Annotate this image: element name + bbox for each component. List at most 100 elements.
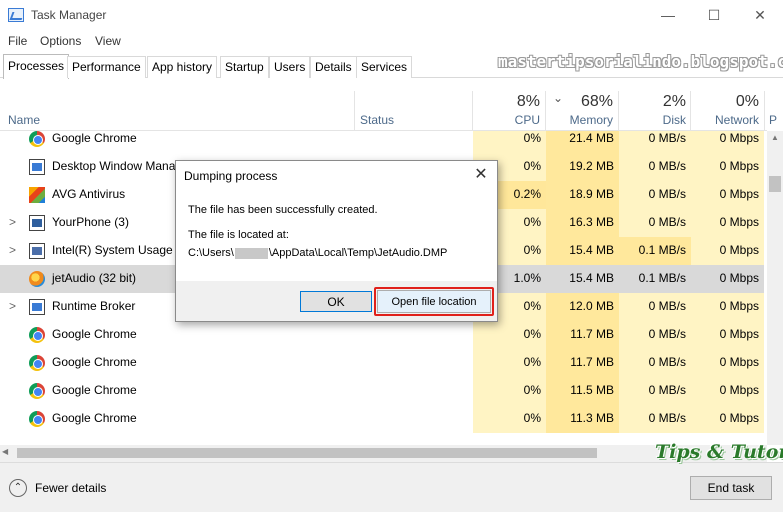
process-disk-value: 0 MB/s <box>619 405 691 433</box>
vertical-scrollbar[interactable]: ▲ <box>767 131 783 445</box>
tab-details[interactable]: Details <box>310 56 357 78</box>
process-row[interactable]: Google Chrome 0% 11.5 MB 0 MB/s 0 Mbps <box>0 377 767 405</box>
column-network[interactable]: Network <box>691 113 759 127</box>
minimize-button[interactable]: — <box>645 0 691 30</box>
chrome-icon <box>29 383 45 399</box>
process-name: Google Chrome <box>52 411 137 425</box>
column-power-overflow[interactable]: P <box>769 113 777 127</box>
fewer-details-link[interactable]: Fewer details <box>35 481 106 495</box>
process-cpu-value: 0% <box>473 321 546 349</box>
chevron-right-icon[interactable]: > <box>9 299 16 313</box>
process-name-cell[interactable]: Google Chrome <box>0 131 355 153</box>
column-memory[interactable]: Memory <box>546 113 613 127</box>
scroll-left-icon[interactable]: ◀ <box>2 447 8 456</box>
column-header: Name Status 8% CPU ⌄ 68% Memory 2% Disk … <box>0 91 777 131</box>
process-network-value: 0 Mbps <box>691 209 764 237</box>
horizontal-scroll-thumb[interactable] <box>17 448 597 458</box>
process-name: Intel(R) System Usage R <box>52 243 185 257</box>
horizontal-scrollbar[interactable]: ◀ <box>0 445 767 462</box>
process-memory-value: 19.2 MB <box>546 153 619 181</box>
process-status-cell <box>355 377 473 405</box>
chevron-right-icon[interactable]: > <box>9 243 16 257</box>
process-disk-value: 0 MB/s <box>619 377 691 405</box>
process-status-cell <box>355 131 473 153</box>
chevron-right-icon[interactable]: > <box>9 215 16 229</box>
column-cpu[interactable]: CPU <box>473 113 540 127</box>
menu-file[interactable]: File <box>8 34 27 48</box>
process-name-cell[interactable]: Google Chrome <box>0 349 355 377</box>
avg-icon <box>29 187 45 203</box>
dialog-title: Dumping process <box>184 169 278 183</box>
column-disk[interactable]: Disk <box>619 113 686 127</box>
process-disk-value: 0 MB/s <box>619 131 691 153</box>
process-cpu-value: 0% <box>473 377 546 405</box>
process-row[interactable]: Google Chrome 0% 11.7 MB 0 MB/s 0 Mbps <box>0 321 767 349</box>
tab-users[interactable]: Users <box>269 56 311 78</box>
process-network-value: 0 Mbps <box>691 349 764 377</box>
process-status-cell <box>355 321 473 349</box>
process-memory-value: 18.9 MB <box>546 181 619 209</box>
tips-tutorial-logo: Tips & Tutorial <box>655 441 783 463</box>
process-name-cell[interactable]: Google Chrome <box>0 405 355 433</box>
path-suffix: \AppData\Local\Temp\JetAudio.DMP <box>268 247 448 259</box>
blog-watermark: mastertipsorialindo.blogspot.com <box>498 52 783 71</box>
tab-startup[interactable]: Startup <box>220 56 269 78</box>
column-status[interactable]: Status <box>360 113 394 127</box>
dialog-message: The file has been successfully created. <box>188 204 378 216</box>
end-task-button[interactable]: End task <box>690 476 772 500</box>
process-name: Google Chrome <box>52 355 137 369</box>
intel-icon <box>29 243 45 259</box>
process-disk-value: 0.1 MB/s <box>619 265 691 293</box>
process-name: Google Chrome <box>52 327 137 341</box>
process-network-value: 0 Mbps <box>691 377 764 405</box>
process-network-value: 0 Mbps <box>691 153 764 181</box>
process-name-cell[interactable]: Google Chrome <box>0 321 355 349</box>
process-network-value: 0 Mbps <box>691 293 764 321</box>
process-status-cell <box>355 405 473 433</box>
tab-performance[interactable]: Performance <box>67 56 146 78</box>
dialog-close-icon[interactable]: ✕ <box>470 164 492 186</box>
dialog-body: The file has been successfully created. … <box>176 192 497 281</box>
path-prefix: C:\Users\ <box>188 247 234 259</box>
menu-options[interactable]: Options <box>40 34 81 48</box>
process-row[interactable]: Google Chrome 0% 11.3 MB 0 MB/s 0 Mbps <box>0 405 767 433</box>
scroll-up-icon[interactable]: ▲ <box>767 133 783 145</box>
ok-button[interactable]: OK <box>300 291 372 312</box>
menu-view[interactable]: View <box>95 34 121 48</box>
process-memory-value: 11.5 MB <box>546 377 619 405</box>
tab-services[interactable]: Services <box>356 56 413 78</box>
tab-processes[interactable]: Processes <box>3 54 70 79</box>
phone-icon <box>29 215 45 231</box>
window-title: Task Manager <box>31 8 107 22</box>
process-name: AVG Antivirus <box>52 187 126 201</box>
column-name[interactable]: Name <box>8 113 40 127</box>
process-disk-value: 0 MB/s <box>619 181 691 209</box>
process-memory-value: 11.7 MB <box>546 321 619 349</box>
dwm-icon <box>29 159 45 175</box>
maximize-button[interactable]: ☐ <box>691 0 737 30</box>
process-memory-value: 16.3 MB <box>546 209 619 237</box>
chevron-up-icon[interactable]: ⌃ <box>9 479 27 497</box>
process-name: Google Chrome <box>52 131 137 145</box>
menu-bar: File Options View <box>0 31 783 51</box>
process-memory-value: 15.4 MB <box>546 265 619 293</box>
process-name-cell[interactable]: Google Chrome <box>0 377 355 405</box>
process-memory-value: 11.7 MB <box>546 349 619 377</box>
open-file-location-button[interactable]: Open file location <box>377 290 491 313</box>
disk-total[interactable]: 2% <box>619 93 686 111</box>
process-row[interactable]: Google Chrome 0% 11.7 MB 0 MB/s 0 Mbps <box>0 349 767 377</box>
cpu-total[interactable]: 8% <box>473 93 540 111</box>
dumping-process-dialog: Dumping process ✕ The file has been succ… <box>175 160 498 322</box>
tab-app-history[interactable]: App history <box>147 56 218 78</box>
column-divider <box>354 91 355 131</box>
network-total[interactable]: 0% <box>691 93 759 111</box>
close-button[interactable]: ✕ <box>737 0 783 30</box>
chrome-icon <box>29 411 45 427</box>
vertical-scroll-thumb[interactable] <box>769 176 781 192</box>
process-disk-value: 0 MB/s <box>619 153 691 181</box>
process-row[interactable]: Google Chrome 0% 21.4 MB 0 MB/s 0 Mbps <box>0 131 767 153</box>
process-name: Runtime Broker <box>52 299 136 313</box>
process-network-value: 0 Mbps <box>691 321 764 349</box>
column-divider <box>764 91 765 131</box>
memory-total[interactable]: 68% <box>546 93 613 111</box>
